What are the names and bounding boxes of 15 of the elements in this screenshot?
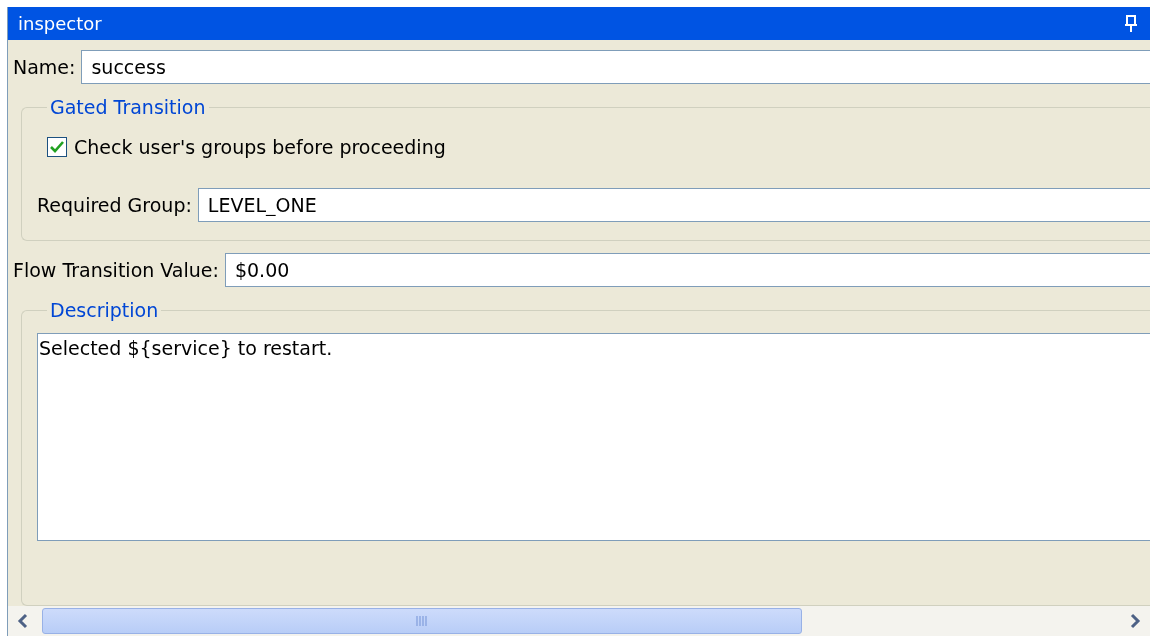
name-field[interactable]: success — [81, 50, 1150, 84]
required-group-field[interactable]: LEVEL_ONE — [197, 188, 1150, 222]
horizontal-scrollbar[interactable] — [8, 606, 1150, 636]
checkbox[interactable] — [47, 137, 67, 157]
flow-transition-value-label: Flow Transition Value: — [13, 259, 219, 281]
group-title: Description — [49, 299, 160, 321]
pin-icon[interactable] — [1124, 14, 1138, 33]
scrollbar-thumb[interactable] — [42, 608, 802, 634]
description-field[interactable]: Selected ${service} to restart. — [37, 333, 1150, 541]
checkbox-label: Check user's groups before proceeding — [74, 136, 446, 158]
name-label: Name: — [13, 56, 76, 78]
window-title: inspector — [18, 13, 102, 34]
required-group-label: Required Group: — [37, 194, 192, 216]
flow-transition-value-field[interactable]: $0.00 — [224, 253, 1150, 287]
group-title: Gated Transition — [49, 96, 207, 118]
